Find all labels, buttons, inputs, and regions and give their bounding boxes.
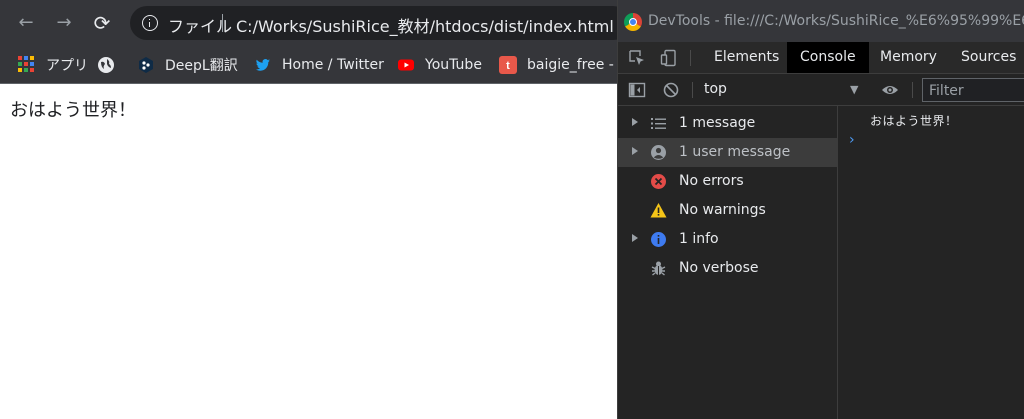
page-greeting-text: おはよう世界！ (10, 100, 136, 121)
devtools-panel: DevTools - file:///C:/Works/SushiRice_%E… (617, 0, 1024, 419)
user-circle-icon (651, 145, 666, 160)
sidebar-item-label: 1 message (679, 115, 756, 131)
address-separator (222, 14, 223, 32)
sidebar-item-user-messages[interactable]: 1 user message (618, 138, 838, 167)
youtube-play-icon (398, 59, 414, 71)
svg-text:t: t (506, 60, 510, 72)
twitter-bird-icon (255, 59, 270, 71)
toolbar-divider (912, 82, 913, 98)
sidebar-item-label: No errors (679, 173, 744, 189)
expand-arrow-icon[interactable] (632, 147, 638, 155)
console-prompt-icon[interactable]: › (849, 133, 857, 147)
toolbar-divider (690, 50, 691, 66)
console-log-message: おはよう世界！ (870, 114, 958, 128)
console-filter-input[interactable]: Filter (922, 78, 1024, 102)
inspect-element-icon[interactable] (628, 49, 646, 67)
bookmark-label: YouTube (425, 57, 482, 73)
sidebar-item-label: No verbose (679, 260, 759, 276)
address-url[interactable]: C:/Works/SushiRice_教材/htdocs/dist/index.… (236, 13, 614, 37)
console-toolbar: top ▼ Filter (618, 74, 1024, 106)
chrome-logo-icon (624, 13, 642, 31)
sidebar-item-label: 1 user message (679, 144, 791, 160)
bookmark-globe[interactable] (97, 54, 125, 76)
bookmark-deepl[interactable]: DeepL翻訳 (137, 54, 238, 76)
forward-arrow-icon[interactable]: → (52, 11, 76, 35)
bookmark-label: DeepL翻訳 (165, 58, 238, 74)
show-sidebar-icon[interactable] (628, 81, 646, 99)
console-output[interactable]: おはよう世界！ › (839, 106, 1024, 419)
devtools-title: DevTools - file:///C:/Works/SushiRice_%E… (648, 13, 1024, 29)
sidebar-item-errors[interactable]: No errors (618, 167, 838, 196)
bookmark-label: アプリ (46, 58, 88, 74)
apps-grid-icon (18, 56, 36, 74)
bookmark-label: Home / Twitter (282, 57, 384, 73)
deepl-icon (139, 57, 153, 73)
sidebar-item-info[interactable]: 1 info (618, 225, 838, 254)
sidebar-item-warnings[interactable]: No warnings (618, 196, 838, 225)
list-icon (651, 118, 666, 129)
warning-triangle-icon (650, 203, 667, 218)
bug-icon (651, 261, 666, 276)
error-x-icon (651, 174, 666, 189)
sidebar-item-verbose[interactable]: No verbose (618, 254, 838, 283)
sidebar-item-messages[interactable]: 1 message (618, 109, 838, 138)
sidebar-item-label: No warnings (679, 202, 766, 218)
expand-arrow-icon[interactable] (632, 234, 638, 242)
tab-memory[interactable]: Memory (867, 42, 950, 73)
clear-console-icon[interactable] (662, 81, 680, 99)
toolbar-divider (692, 82, 693, 98)
info-circle-icon (651, 232, 666, 247)
bookmark-twitter[interactable]: Home / Twitter (254, 54, 384, 76)
bookmark-baigie[interactable]: t baigie_free - T (499, 54, 627, 76)
expand-arrow-icon[interactable] (632, 118, 638, 126)
globe-icon (98, 57, 114, 73)
reload-icon[interactable]: ⟳ (90, 11, 114, 35)
bookmark-label: baigie_free - T (527, 57, 627, 73)
tab-sources[interactable]: Sources (948, 42, 1024, 73)
site-info-icon[interactable] (142, 15, 158, 31)
back-arrow-icon[interactable]: ← (14, 11, 38, 35)
context-selector[interactable]: top (704, 81, 727, 97)
tab-elements[interactable]: Elements (701, 42, 792, 73)
bookmark-apps[interactable]: アプリ (18, 54, 88, 76)
console-sidebar: 1 message 1 user message No errors No wa… (618, 106, 838, 419)
sidebar-item-label: 1 info (679, 231, 719, 247)
bookmark-youtube[interactable]: YouTube (397, 54, 482, 76)
devtools-titlebar: DevTools - file:///C:/Works/SushiRice_%E… (618, 0, 1024, 44)
device-toolbar-icon[interactable] (660, 49, 678, 67)
devtools-tabbar: Elements Console Memory Sources (618, 42, 1024, 74)
tab-console[interactable]: Console (787, 42, 869, 73)
address-bar[interactable]: ファイル C:/Works/SushiRice_教材/htdocs/dist/i… (130, 6, 630, 40)
context-dropdown-arrow-icon[interactable]: ▼ (850, 83, 858, 96)
live-expression-eye-icon[interactable] (881, 81, 899, 99)
baigie-t-icon: t (499, 56, 517, 74)
